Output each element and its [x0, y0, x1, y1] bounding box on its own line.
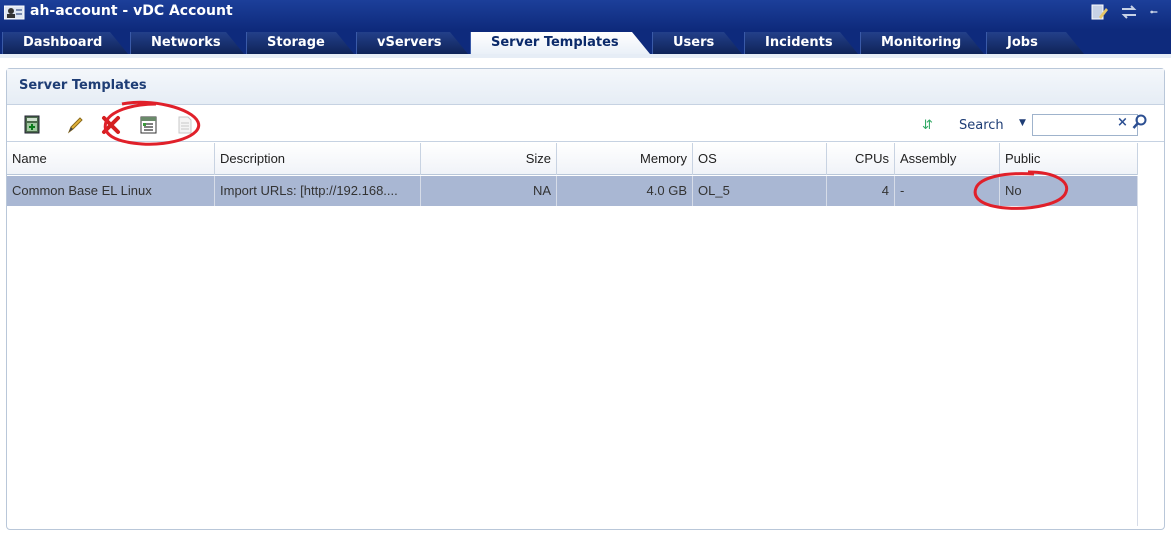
link-icon[interactable] — [1149, 2, 1169, 22]
panel-header: Server Templates — [7, 69, 1164, 105]
panel-title: Server Templates — [19, 78, 147, 93]
column-header-size[interactable]: Size — [421, 143, 557, 175]
tab-users[interactable]: Users — [652, 32, 742, 54]
switch-icon[interactable] — [1119, 2, 1139, 22]
cell-memory: 4.0 GB — [557, 176, 693, 206]
search-label[interactable]: Search — [959, 118, 1004, 133]
tab-strip: Dashboard Networks Storage vServers Serv… — [0, 30, 1171, 54]
column-header-description[interactable]: Description — [215, 143, 421, 175]
tab-underline — [0, 54, 1171, 58]
title-bar: ah-account - vDC Account — [0, 0, 1171, 30]
chevron-down-icon[interactable]: ▼ — [1019, 118, 1026, 128]
cell-size: NA — [421, 176, 557, 206]
search-input[interactable] — [1033, 115, 1113, 135]
tab-monitoring[interactable]: Monitoring — [860, 32, 984, 54]
window-title: ah-account - vDC Account — [30, 3, 233, 19]
cell-cpus: 4 — [827, 176, 895, 206]
table-body-empty — [7, 206, 1138, 526]
account-icon — [4, 5, 25, 20]
cell-assembly: - — [895, 176, 1000, 206]
cell-name: Common Base EL Linux — [7, 176, 215, 206]
clear-icon[interactable]: × — [1117, 115, 1128, 130]
tab-server-templates[interactable]: Server Templates — [470, 32, 650, 54]
tab-vservers[interactable]: vServers — [356, 32, 468, 54]
tab-storage[interactable]: Storage — [246, 32, 354, 54]
column-header-assembly[interactable]: Assembly — [895, 143, 1000, 175]
properties-icon[interactable] — [139, 115, 159, 135]
cell-public: No — [1000, 176, 1138, 206]
column-header-memory[interactable]: Memory — [557, 143, 693, 175]
server-templates-panel: Server Templates ⇵ Search ▼ × Name Descr… — [6, 68, 1165, 530]
delete-icon[interactable] — [101, 115, 121, 135]
tab-incidents[interactable]: Incidents — [744, 32, 858, 54]
column-header-os[interactable]: OS — [693, 143, 827, 175]
edit-icon[interactable] — [65, 115, 85, 135]
edit-account-icon[interactable] — [1089, 2, 1109, 22]
toolbar: ⇵ Search ▼ × — [7, 106, 1164, 142]
tab-jobs[interactable]: Jobs — [986, 32, 1084, 54]
search-icon[interactable] — [1132, 114, 1148, 130]
cell-description: Import URLs: [http://192.168.... — [215, 176, 421, 206]
table-header: Name Description Size Memory OS CPUs Ass… — [7, 143, 1138, 175]
tab-dashboard[interactable]: Dashboard — [2, 32, 128, 54]
column-header-cpus[interactable]: CPUs — [827, 143, 895, 175]
column-header-public[interactable]: Public — [1000, 143, 1138, 175]
tab-networks[interactable]: Networks — [130, 32, 244, 54]
refresh-icon[interactable]: ⇵ — [922, 118, 936, 133]
register-template-icon[interactable] — [23, 115, 43, 135]
table-row[interactable]: Common Base EL Linux Import URLs: [http:… — [7, 176, 1138, 206]
column-header-name[interactable]: Name — [7, 143, 215, 175]
document-icon[interactable] — [175, 115, 195, 135]
cell-os: OL_5 — [693, 176, 827, 206]
